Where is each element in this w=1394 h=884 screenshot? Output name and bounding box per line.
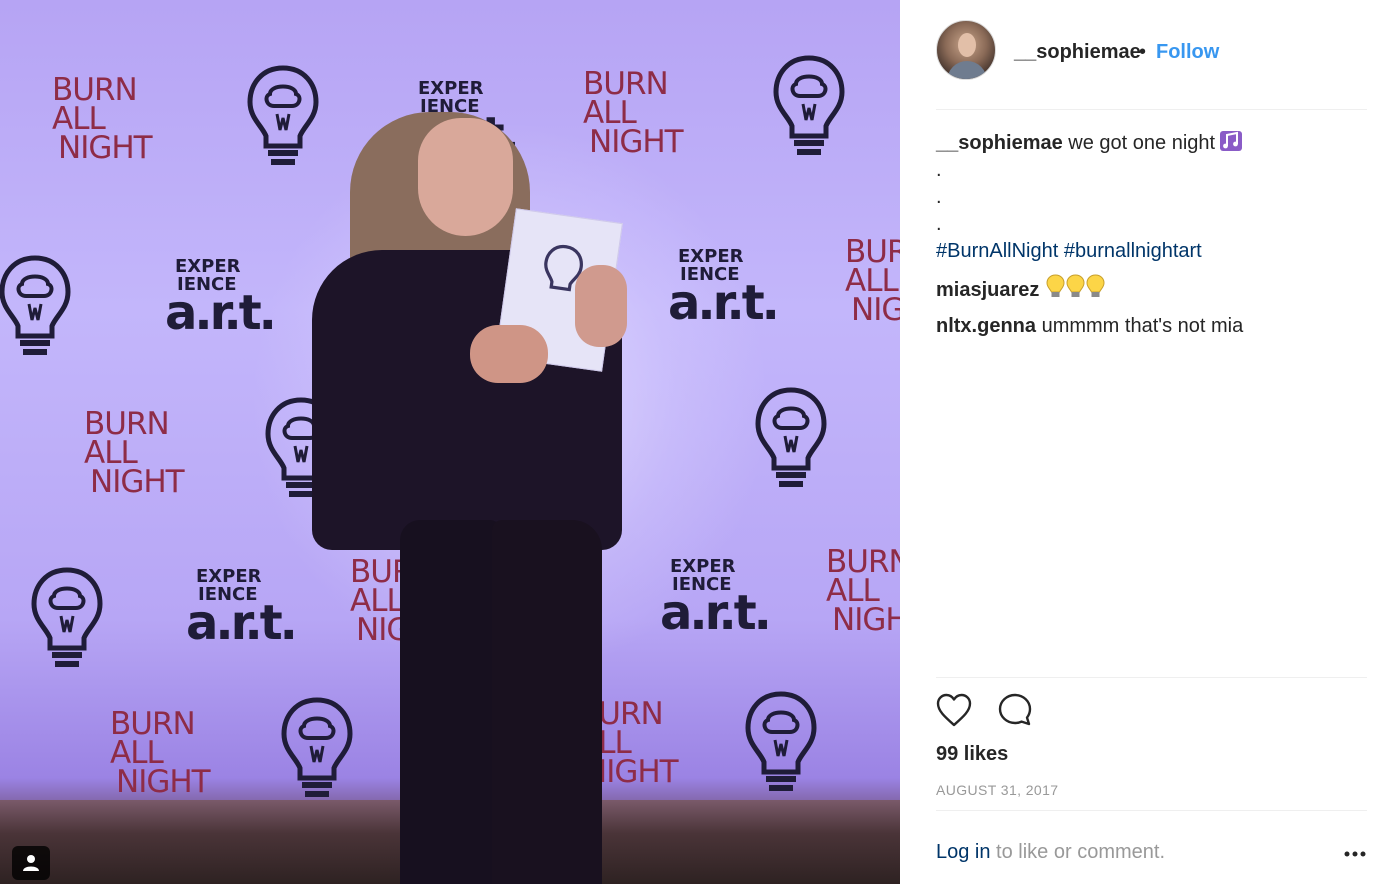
avatar[interactable] [936,20,996,80]
login-prompt: Log in to like or comment. [936,841,1165,864]
tagged-users-button[interactable] [12,846,50,880]
burn-all-night-logo: BURNALLNIGHT [84,406,185,500]
caption: __sophiemae we got one night [936,130,1367,157]
follow-button[interactable]: Follow [1156,41,1219,64]
login-link[interactable]: Log in [936,841,991,863]
heart-icon [936,693,972,727]
experience-the-art-logo: EXPERIENCEa.r.t. [186,566,298,651]
comment-bubble-icon [998,693,1032,726]
experience-the-art-logo: EXPERIENCEa.r.t. [668,246,780,331]
person-leg-left [400,520,500,884]
hashtag-link[interactable]: #BurnAllNight [936,240,1058,262]
lightbulb-logo-icon [773,55,845,155]
login-suffix: to like or comment. [990,841,1166,863]
experience-the-art-logo: EXPERIENCEa.r.t. [165,256,277,341]
hashtags: #BurnAllNight #burnallnightart [936,238,1367,265]
post-photo[interactable]: BURN ALL NIGHT BURN ALL NIGHT BURN ALL NIGHT B… [0,0,900,884]
caption-dot: . [936,159,942,181]
comment-text: ummmm that's not mia [1041,315,1244,337]
divider [936,810,1367,811]
lightbulb-logo-icon [745,691,817,791]
comment: miasjuarez [936,274,1367,304]
lightbulb-logo-icon [755,387,827,487]
light-bulb-emoji-icon [1046,274,1065,297]
person-leg-right [492,520,602,884]
lightbulb-logo-icon [31,567,103,667]
more-options-button[interactable] [1340,840,1370,868]
caption-dot: . [936,186,942,208]
username-link[interactable]: __sophiemae [1014,41,1141,64]
comment-username[interactable]: miasjuarez [936,279,1039,301]
light-bulb-emoji-icon [1066,274,1085,297]
burn-all-night-logo: BURNALLNIGHT [52,72,153,166]
like-button[interactable] [934,690,974,730]
comment-button[interactable] [995,690,1035,730]
lightbulb-logo-icon [247,65,319,165]
separator-dot: • [1139,41,1147,63]
caption-dot: . [936,213,942,235]
lightbulb-logo-icon [281,697,353,797]
comment-username[interactable]: nltx.genna [936,315,1036,337]
comments-list: __sophiemae we got one night . . . #Burn… [936,130,1367,340]
hashtag-link[interactable]: #burnallnightart [1064,240,1202,262]
music-notes-emoji-icon [1220,131,1243,151]
post-details-panel: __sophiemae • Follow __sophiemae we got … [900,0,1394,884]
light-bulb-emoji-icon [1086,274,1105,297]
divider [936,677,1367,678]
caption-username[interactable]: __sophiemae [936,132,1063,154]
comment: nltx.genna ummmm that's not mia [936,313,1367,340]
burn-all-night-logo: BURNALLNIGHT [110,706,211,800]
person-icon [23,855,39,871]
post-header: __sophiemae • Follow [936,20,1367,110]
caption-text: we got one night [1068,132,1216,154]
post-date[interactable]: AUGUST 31, 2017 [936,782,1058,798]
burn-all-night-logo: BURNALLNIGHT [583,66,684,160]
person-hand [470,325,548,383]
experience-the-art-logo: EXPERIENCEa.r.t. [660,556,772,641]
burn-all-night-logo: BURNALLNIGHT [826,544,900,638]
burn-all-night-logo: BURNALLNIGHT [845,234,900,328]
person-face [418,118,513,236]
likes-count[interactable]: 99 likes [936,743,1008,766]
more-options-icon [1344,851,1366,857]
person-hand [575,265,627,347]
lightbulb-logo-icon [0,255,71,355]
